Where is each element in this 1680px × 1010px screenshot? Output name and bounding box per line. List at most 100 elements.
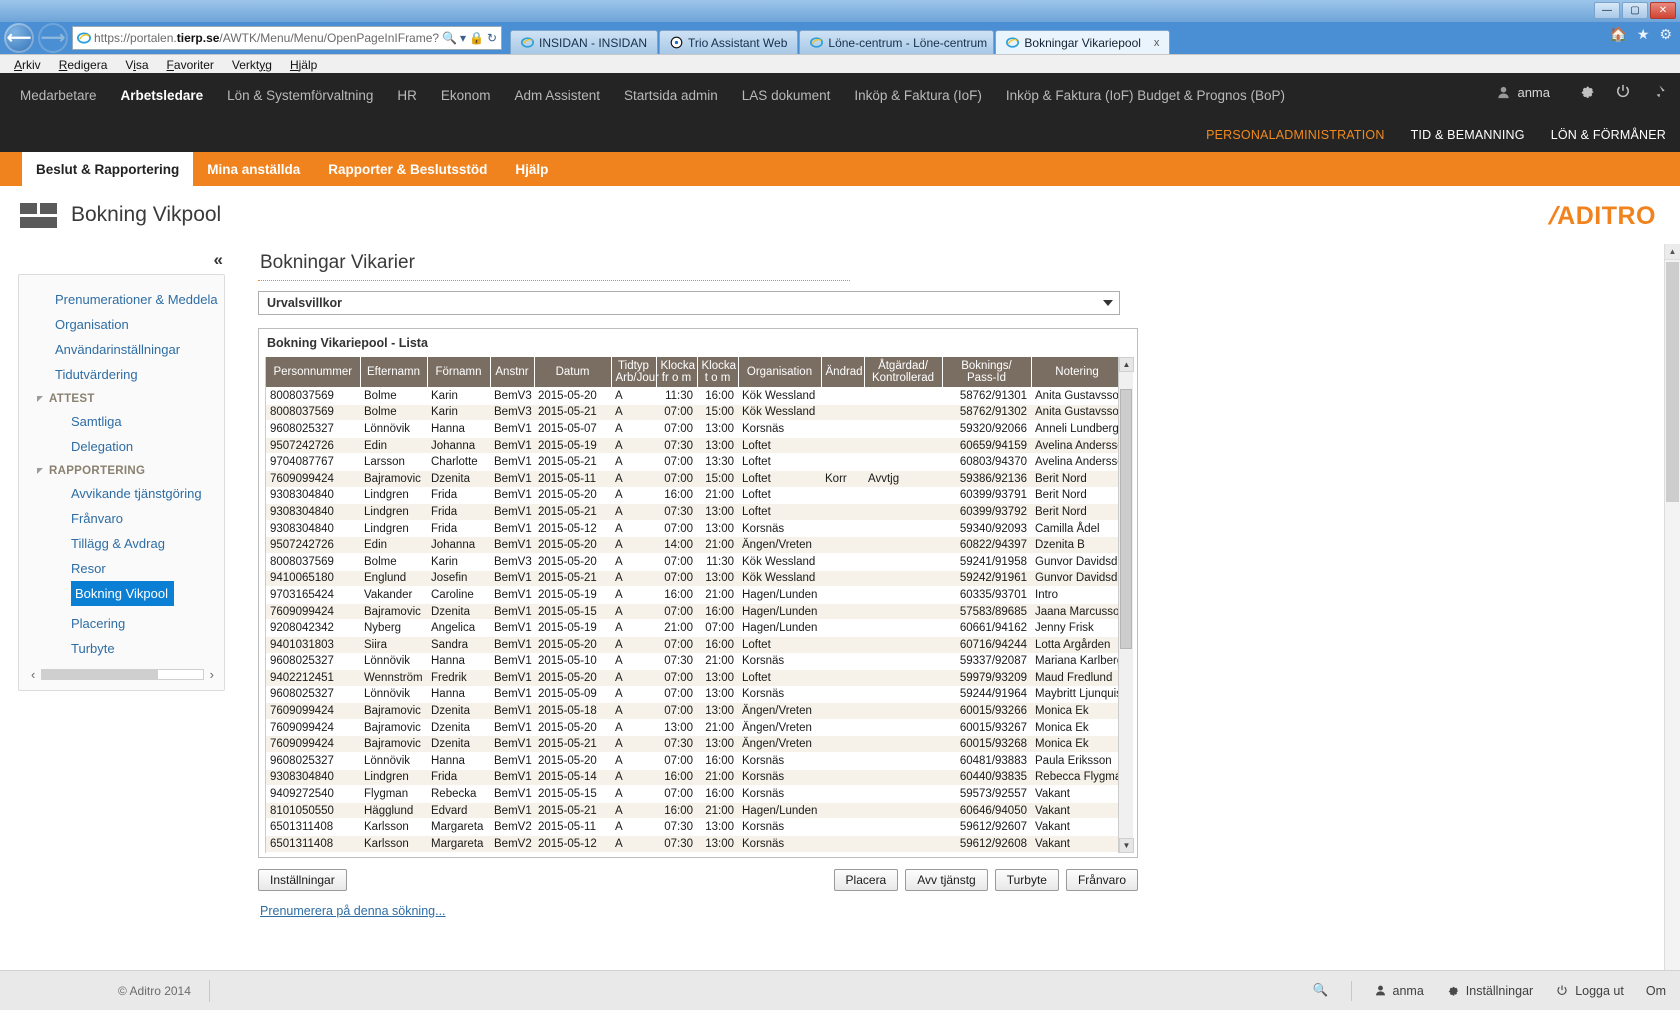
topnav-item-medarbetare[interactable]: Medarbetare: [8, 88, 109, 103]
maximize-button[interactable]: ▢: [1622, 2, 1648, 19]
favorites-icon[interactable]: ★: [1637, 26, 1650, 43]
footer-settings[interactable]: Inställningar: [1446, 984, 1533, 998]
table-row[interactable]: 7609099424 Bajramovic Dzenita BemV1 2015-05-…: [266, 735, 1123, 753]
forward-button[interactable]: ⟶: [38, 23, 68, 53]
sidebar-item-prenumerationer[interactable]: Prenumerationer & Meddela: [19, 287, 224, 312]
table-row[interactable]: 9608025327 Lönnövik Hanna BemV1 2015-05-07 A 0…: [266, 420, 1123, 438]
browser-tab-3[interactable]: Löne-centrum - Löne-centrum: [799, 30, 995, 54]
table-row[interactable]: 8008037569 Bolme Karin BemV3 2015-05-20 A 07:0…: [266, 553, 1123, 571]
menu-arkiv[interactable]: AArkivrkiv: [14, 58, 41, 72]
table-row[interactable]: 8008037569 Bolme Karin BemV3 2015-05-21 A 07:0…: [266, 404, 1123, 421]
franvaro-button[interactable]: Frånvaro: [1065, 868, 1138, 891]
turbyte-button[interactable]: Turbyte: [994, 868, 1059, 891]
topnav-item-ekonom[interactable]: Ekonom: [429, 88, 503, 103]
user-menu[interactable]: anma: [1496, 85, 1550, 100]
footer-user[interactable]: anma: [1374, 984, 1424, 998]
table-row[interactable]: 9608025327 Lönnövik Hanna BemV1 2015-05-09 A 0…: [266, 686, 1123, 703]
sidebar-item-tidutvardering[interactable]: Tidutvärdering: [19, 362, 224, 387]
col-tidtyp[interactable]: Tidtyp Arb/Jour: [611, 357, 659, 388]
table-row[interactable]: 8008037569 Bolme Karin BemV3 2015-05-20 A 11:3…: [266, 387, 1123, 405]
topnav-item-las-dokument[interactable]: LAS dokument: [730, 88, 843, 103]
sidebar-item-samtliga[interactable]: Samtliga: [19, 409, 224, 434]
table-row[interactable]: 8101050550 Hägglund Edvard BemV1 2015-05-21 A…: [266, 802, 1123, 819]
table-row[interactable]: 9507242726 Edin Johanna BemV1 2015-05-20 A 14:…: [266, 536, 1123, 554]
col-fornamn[interactable]: Förnamn: [427, 357, 491, 388]
footer-about[interactable]: Om: [1646, 984, 1666, 998]
browser-tab-4[interactable]: Bokningar Vikariepool x: [995, 30, 1171, 54]
search-icon[interactable]: 🔍: [442, 31, 457, 45]
col-notering[interactable]: Notering: [1031, 357, 1124, 388]
table-vertical-scrollbar[interactable]: ▲ ▼: [1118, 357, 1134, 853]
tab-mina-anstallda[interactable]: Mina anställda: [193, 152, 314, 186]
col-andrad[interactable]: Ändrad: [821, 357, 865, 388]
footer-logout[interactable]: Logga ut: [1555, 984, 1624, 998]
col-klocka-from[interactable]: Klocka fr o m: [656, 357, 698, 388]
col-organisation[interactable]: Organisation: [738, 357, 822, 388]
menu-redigera[interactable]: Redigera: [59, 58, 108, 72]
page-vertical-scrollbar[interactable]: ▲ ▼: [1664, 244, 1680, 1010]
menu-favoriter[interactable]: Favoriter: [167, 58, 214, 72]
table-row[interactable]: 6501311408 Karlsson Margareta BemV2 2015-05-…: [266, 818, 1123, 836]
gear-icon[interactable]: ⚙: [1659, 26, 1672, 43]
table-row[interactable]: 9608025327 Lönnövik Hanna BemV1 2015-05-20 A 0…: [266, 752, 1123, 770]
home-icon[interactable]: 🏠: [1609, 26, 1626, 43]
footer-search-icon[interactable]: 🔍: [1313, 983, 1329, 998]
minimize-button[interactable]: —: [1594, 2, 1620, 19]
menu-verktyg[interactable]: Verktyg: [232, 58, 272, 72]
menu-hjalp[interactable]: Hjälp: [290, 58, 317, 72]
gear-icon[interactable]: [1578, 83, 1596, 101]
sidebar-item-tillagg-avdrag[interactable]: Tillägg & Avdrag: [19, 531, 224, 556]
close-button[interactable]: ✕: [1650, 2, 1676, 19]
table-row[interactable]: 6501311408 Karlsson Margareta BemV2 2015-05-…: [266, 835, 1123, 853]
scroll-down-icon[interactable]: ▼: [1119, 837, 1134, 853]
table-row[interactable]: 9608025327 Lönnövik Hanna BemV1 2015-05-10 A 0…: [266, 653, 1123, 670]
scroll-left-icon[interactable]: ‹: [31, 667, 35, 682]
settings-button[interactable]: Inställningar: [258, 868, 347, 891]
topnav-item-hr[interactable]: HR: [385, 88, 429, 103]
browser-tab-2[interactable]: Trio Assistant Web: [659, 30, 799, 54]
power-icon[interactable]: [1614, 83, 1632, 101]
placera-button[interactable]: Placera: [833, 868, 899, 891]
topnav-item-startsida-admin[interactable]: Startsida admin: [612, 88, 730, 103]
col-klocka-tom[interactable]: Klocka t o m: [697, 357, 739, 388]
table-row[interactable]: 9409272540 Flygman Rebecka BemV1 2015-05-15 A…: [266, 785, 1123, 803]
sidebar-group-rapportering[interactable]: RAPPORTERING: [19, 459, 224, 481]
subscribe-search-link[interactable]: Prenumerera på denna sökning...: [260, 904, 446, 918]
col-anstnr[interactable]: Anstnr: [490, 357, 535, 388]
tab-beslut-rapportering[interactable]: Beslut & Rapportering: [22, 152, 194, 186]
topnav-item-inkop-faktura[interactable]: Inköp & Faktura (IoF): [842, 88, 994, 103]
sidebar-horizontal-scrollbar[interactable]: ‹ ›: [19, 661, 224, 684]
scrollbar-thumb[interactable]: [42, 670, 158, 679]
table-row[interactable]: 9208042342 Nyberg Angelica BemV1 2015-05-19 A…: [266, 619, 1123, 637]
page-scrollbar-thumb[interactable]: [1666, 262, 1679, 502]
table-row[interactable]: 9308304840 Lindgren Frida BemV1 2015-05-12 A 0…: [266, 520, 1123, 537]
subnav-item-lon-formaner[interactable]: LÖN & FÖRMÅNER: [1551, 128, 1666, 142]
sidebar-group-attest[interactable]: ATTEST: [19, 387, 224, 409]
tab-rapporter-beslutsstod[interactable]: Rapporter & Beslutsstöd: [314, 152, 501, 186]
tab-close-icon[interactable]: x: [1154, 37, 1160, 49]
sidebar-collapse-icon[interactable]: «: [18, 244, 233, 270]
topnav-item-inkop-faktura-bop[interactable]: Inköp & Faktura (IoF) Budget & Prognos (…: [994, 88, 1297, 103]
col-boknings-passid[interactable]: Boknings/Pass-Id: [942, 357, 1032, 388]
subnav-item-personaladministration[interactable]: PERSONALADMINISTRATION: [1206, 128, 1385, 142]
page-scroll-up-icon[interactable]: ▲: [1665, 244, 1680, 260]
chevron-down-icon[interactable]: ▾: [460, 31, 466, 45]
menu-visa[interactable]: Visa: [125, 58, 148, 72]
table-row[interactable]: 9410065180 Englund Josefin BemV1 2015-05-21 A…: [266, 570, 1123, 587]
table-row[interactable]: 7609099424 Bajramovic Dzenita BemV1 2015-05-…: [266, 470, 1123, 488]
col-efternamn[interactable]: Efternamn: [360, 357, 428, 388]
scroll-up-icon[interactable]: ▲: [1119, 357, 1134, 372]
topnav-item-arbetsledare[interactable]: Arbetsledare: [109, 88, 216, 103]
table-row[interactable]: 9308304840 Lindgren Frida BemV1 2015-05-14 A 1…: [266, 769, 1123, 786]
table-row[interactable]: 9507242726 Edin Johanna BemV1 2015-05-19 A 07:…: [266, 437, 1123, 454]
sidebar-item-franvaro[interactable]: Frånvaro: [19, 506, 224, 531]
sidebar-item-organisation[interactable]: Organisation: [19, 312, 224, 337]
address-bar[interactable]: https://portalen.tierp.se/AWTK/Menu/Menu…: [72, 26, 502, 50]
sidebar-item-delegation[interactable]: Delegation: [19, 434, 224, 459]
table-row[interactable]: 7609099424 Bajramovic Dzenita BemV1 2015-05-…: [266, 702, 1123, 720]
scrollbar-thumb[interactable]: [1120, 389, 1132, 649]
table-row[interactable]: 9402212451 Wennström Fredrik BemV1 2015-05-2…: [266, 669, 1123, 687]
tab-hjalp[interactable]: Hjälp: [501, 152, 562, 186]
table-row[interactable]: 9401031803 Siira Sandra BemV1 2015-05-20 A 07:…: [266, 636, 1123, 653]
table-row[interactable]: 9703165424 Vakander Caroline BemV1 2015-05-1…: [266, 586, 1123, 604]
